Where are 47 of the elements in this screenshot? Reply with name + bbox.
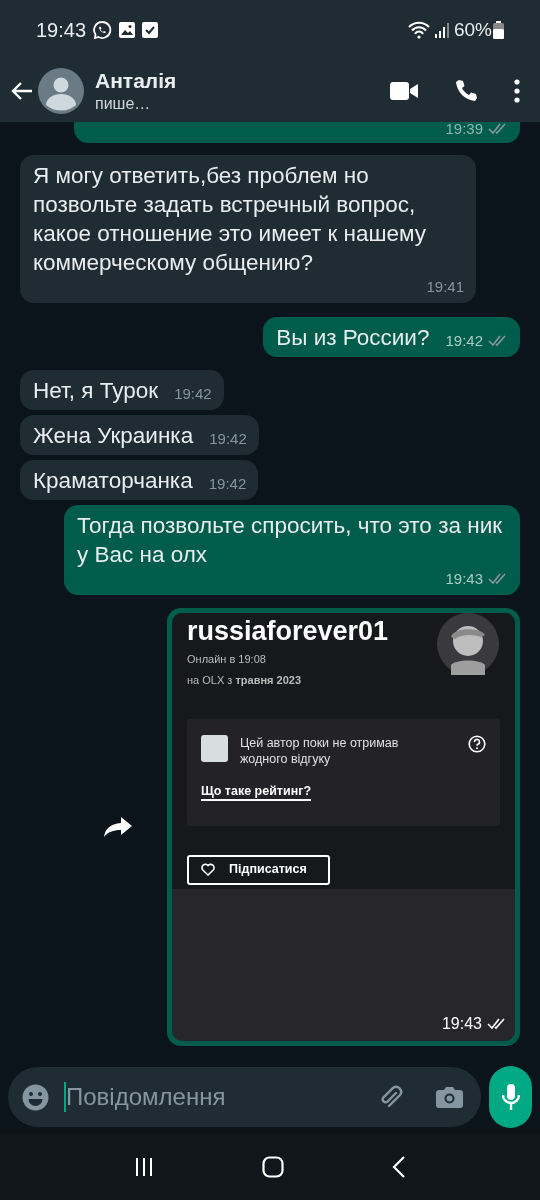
username-title: russiaforever01 (187, 614, 389, 647)
message-time: 19:42 (445, 330, 483, 351)
message-time: 19:42 (208, 473, 247, 494)
battery-icon (493, 21, 504, 39)
home-icon[interactable] (262, 1156, 284, 1178)
message-time: 19:43 (445, 568, 483, 589)
message-input-field[interactable]: Повідомлення (66, 1079, 376, 1115)
message-text: Я могу ответить,без проблем но позвольте задать встречный вопрос, какое отношение это имеет к нашему коммерческому общению? (33, 161, 428, 277)
checkbox-icon (142, 21, 159, 39)
rating-link[interactable]: Що таке рейтинг? (201, 782, 312, 801)
message-text: Жена Украинка (33, 421, 194, 450)
image-icon (118, 21, 137, 39)
message-composer[interactable]: Повідомлення (8, 1067, 481, 1127)
message-text: Вы из России? (276, 323, 430, 352)
forward-icon[interactable] (103, 815, 133, 838)
typing-status: пише… (95, 94, 152, 114)
message-time: 19:42 (209, 428, 247, 449)
message-time: 19:39 (445, 122, 483, 139)
microphone-button[interactable] (489, 1066, 532, 1128)
emoji-icon[interactable] (22, 1083, 49, 1111)
avatar (437, 612, 499, 675)
message-time: 19:43 (441, 1013, 482, 1034)
image-message-bubble[interactable]: russiaforever01 Онлайн в 19:08 на OLX з травня 2023 Цей автор поки не отримав жодного відгуку Що таке рейтинг? Підписатися 19:43 (167, 607, 520, 1046)
message-text: Краматорчанка (33, 466, 193, 495)
message-text: Нет, я Турок (33, 376, 159, 405)
message-time: 19:42 (174, 383, 212, 404)
help-icon[interactable] (468, 734, 486, 753)
message-text: Тогда позвольте спросить, что это за ник у Вас на олх (77, 511, 504, 569)
battery-percent: 60% (453, 17, 492, 42)
status-time: 19:43 (36, 18, 87, 43)
back-icon[interactable] (392, 1156, 406, 1178)
member-since: на OLX з травня 2023 (187, 673, 302, 688)
video-call-icon[interactable] (390, 81, 418, 101)
review-note: Цей автор поки не отримав жодного відгуку (240, 734, 400, 767)
signal-icon (433, 21, 450, 39)
microphone-icon (501, 1083, 520, 1111)
recent-apps-icon[interactable] (134, 1157, 154, 1177)
camera-icon[interactable] (436, 1085, 463, 1109)
wifi-icon (407, 21, 430, 39)
online-status: Онлайн в 19:08 (187, 651, 267, 667)
avatar[interactable] (38, 68, 84, 114)
more-options-icon[interactable] (514, 79, 520, 103)
message-time: 19:41 (426, 276, 464, 297)
follow-button[interactable]: Підписатися (187, 854, 330, 885)
heart-icon (201, 863, 215, 876)
phone-icon[interactable] (454, 79, 478, 103)
contact-name[interactable]: Анталія (95, 68, 177, 94)
